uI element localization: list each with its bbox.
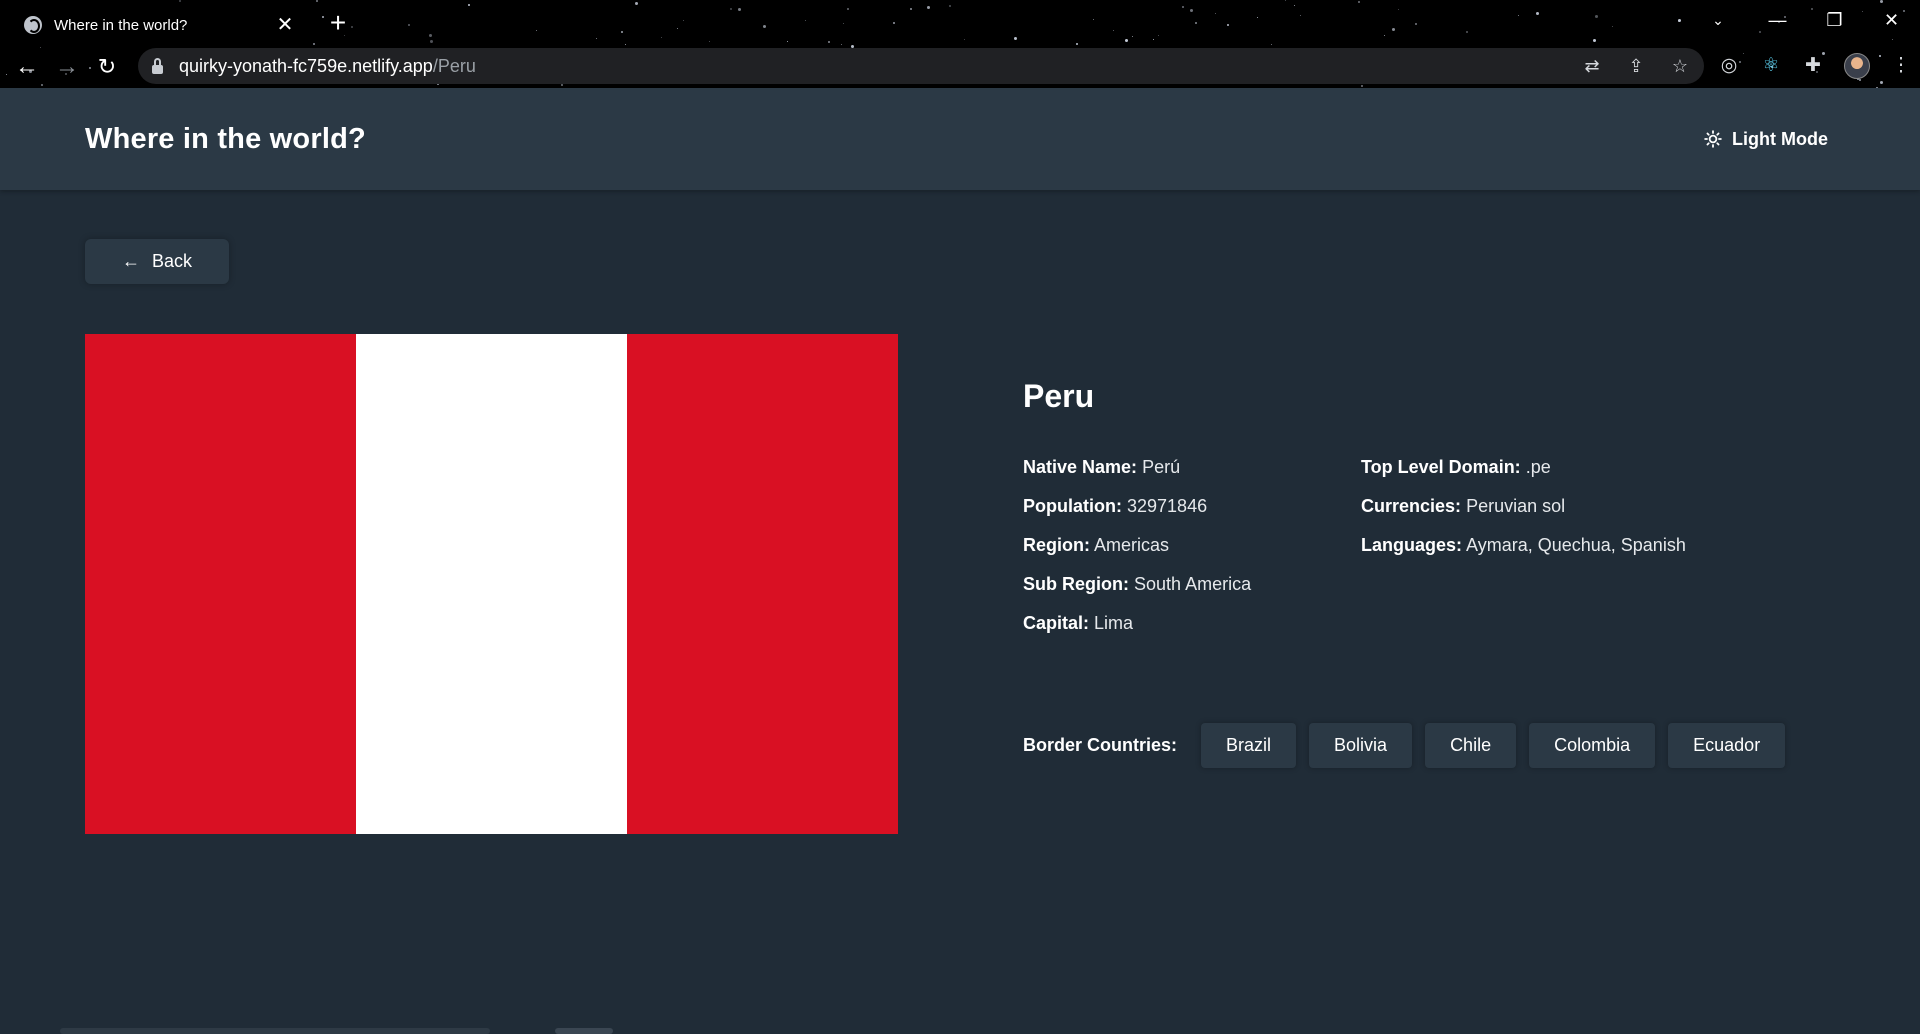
extension-target-icon[interactable]: ◎ — [1718, 55, 1740, 77]
info-currencies: Currencies: Peruvian sol — [1361, 496, 1566, 516]
new-tab-button[interactable]: + — [322, 8, 354, 40]
window-controls: — ❐ ✕ — [1749, 0, 1920, 40]
country-flag — [85, 334, 898, 834]
border-country-button[interactable]: Ecuador — [1668, 723, 1786, 768]
url-host: quirky-yonath-fc759e.netlify.app — [179, 55, 433, 76]
border-countries-label: Border Countries: — [1023, 735, 1178, 755]
border-country-button[interactable]: Colombia — [1529, 723, 1656, 768]
app-header: Where in the world? Light Mode — [0, 88, 1920, 190]
extensions-area: ◎ ⚛ ✚ ⋮ — [1718, 48, 1912, 84]
border-country-button[interactable]: Bolivia — [1309, 723, 1413, 768]
lock-icon[interactable] — [152, 57, 163, 74]
tab-search-chevron-icon[interactable]: ⌄ — [1700, 8, 1736, 32]
tab-close-icon[interactable]: ✕ — [274, 14, 296, 36]
sun-icon — [1704, 130, 1722, 148]
react-devtools-icon[interactable]: ⚛ — [1760, 55, 1782, 77]
flag-stripe-center — [356, 334, 627, 834]
address-bar[interactable]: quirky-yonath-fc759e.netlify.app/Peru ⇄ … — [138, 48, 1704, 84]
page-title: Where in the world? — [85, 122, 366, 155]
theme-toggle-button[interactable]: Light Mode — [1704, 129, 1828, 150]
info-column-right: Top Level Domain: .pe Currencies: Peruvi… — [1361, 456, 1699, 651]
info-population: Population: 32971846 — [1023, 496, 1208, 516]
info-sub-region: Sub Region: South America — [1023, 574, 1252, 594]
url-path: /Peru — [432, 55, 476, 76]
info-columns: Native Name: Perú Population: 32971846 R… — [1023, 456, 1699, 651]
minimize-button[interactable]: — — [1749, 0, 1806, 40]
profile-avatar[interactable] — [1844, 53, 1870, 79]
info-region: Region: Americas — [1023, 535, 1170, 555]
kebab-menu-icon[interactable]: ⋮ — [1890, 55, 1912, 77]
close-window-button[interactable]: ✕ — [1863, 0, 1920, 40]
globe-favicon-icon — [24, 16, 42, 34]
browser-tab[interactable]: Where in the world? ✕ — [10, 4, 310, 46]
border-country-button[interactable]: Brazil — [1201, 723, 1297, 768]
flag-stripe-right — [627, 334, 898, 834]
info-top-level-domain: Top Level Domain: .pe — [1361, 457, 1551, 477]
browser-chrome: Where in the world? ✕ + ⌄ — ❐ ✕ ← → ↻ qu… — [0, 0, 1920, 88]
translate-icon[interactable]: ⇄ — [1582, 56, 1602, 76]
bookmark-star-icon[interactable]: ☆ — [1670, 56, 1690, 76]
tab-title: Where in the world? — [54, 16, 188, 34]
url-text[interactable]: quirky-yonath-fc759e.netlify.app/Peru — [179, 56, 476, 77]
browser-toolbar: ← → ↻ quirky-yonath-fc759e.netlify.app/P… — [0, 46, 1920, 88]
horizontal-scrollbar[interactable] — [60, 1028, 490, 1034]
back-button-label: Back — [151, 251, 193, 271]
back-nav-icon[interactable]: ← — [10, 51, 44, 83]
arrow-left-icon: ← — [121, 251, 140, 271]
share-icon[interactable]: ⇪ — [1626, 56, 1646, 76]
restore-button[interactable]: ❐ — [1806, 0, 1863, 40]
extensions-puzzle-icon[interactable]: ✚ — [1802, 55, 1824, 77]
info-column-left: Native Name: Perú Population: 32971846 R… — [1023, 456, 1361, 651]
border-countries: Border Countries: Brazil Bolivia Chile C… — [1023, 723, 1798, 768]
tab-strip: Where in the world? ✕ + ⌄ — ❐ ✕ — [0, 0, 1920, 46]
address-bar-actions: ⇄ ⇪ ☆ — [1582, 48, 1690, 84]
country-details: Peru Native Name: Perú Population: 32971… — [1023, 378, 1686, 633]
reload-icon[interactable]: ↻ — [90, 51, 124, 83]
info-native-name: Native Name: Perú — [1023, 457, 1181, 477]
horizontal-scrollbar-thumb[interactable] — [555, 1028, 613, 1034]
info-capital: Capital: Lima — [1023, 613, 1134, 633]
country-name: Peru — [1023, 378, 1095, 414]
forward-nav-icon[interactable]: → — [50, 51, 84, 83]
page: Where in the world? Light Mode ← Back Pe… — [0, 88, 1920, 1034]
info-languages: Languages: Aymara, Quechua, Spanish — [1361, 535, 1686, 555]
back-button[interactable]: ← Back — [85, 239, 229, 284]
theme-toggle-label: Light Mode — [1732, 128, 1828, 149]
flag-stripe-left — [85, 334, 356, 834]
border-country-button[interactable]: Chile — [1425, 723, 1517, 768]
